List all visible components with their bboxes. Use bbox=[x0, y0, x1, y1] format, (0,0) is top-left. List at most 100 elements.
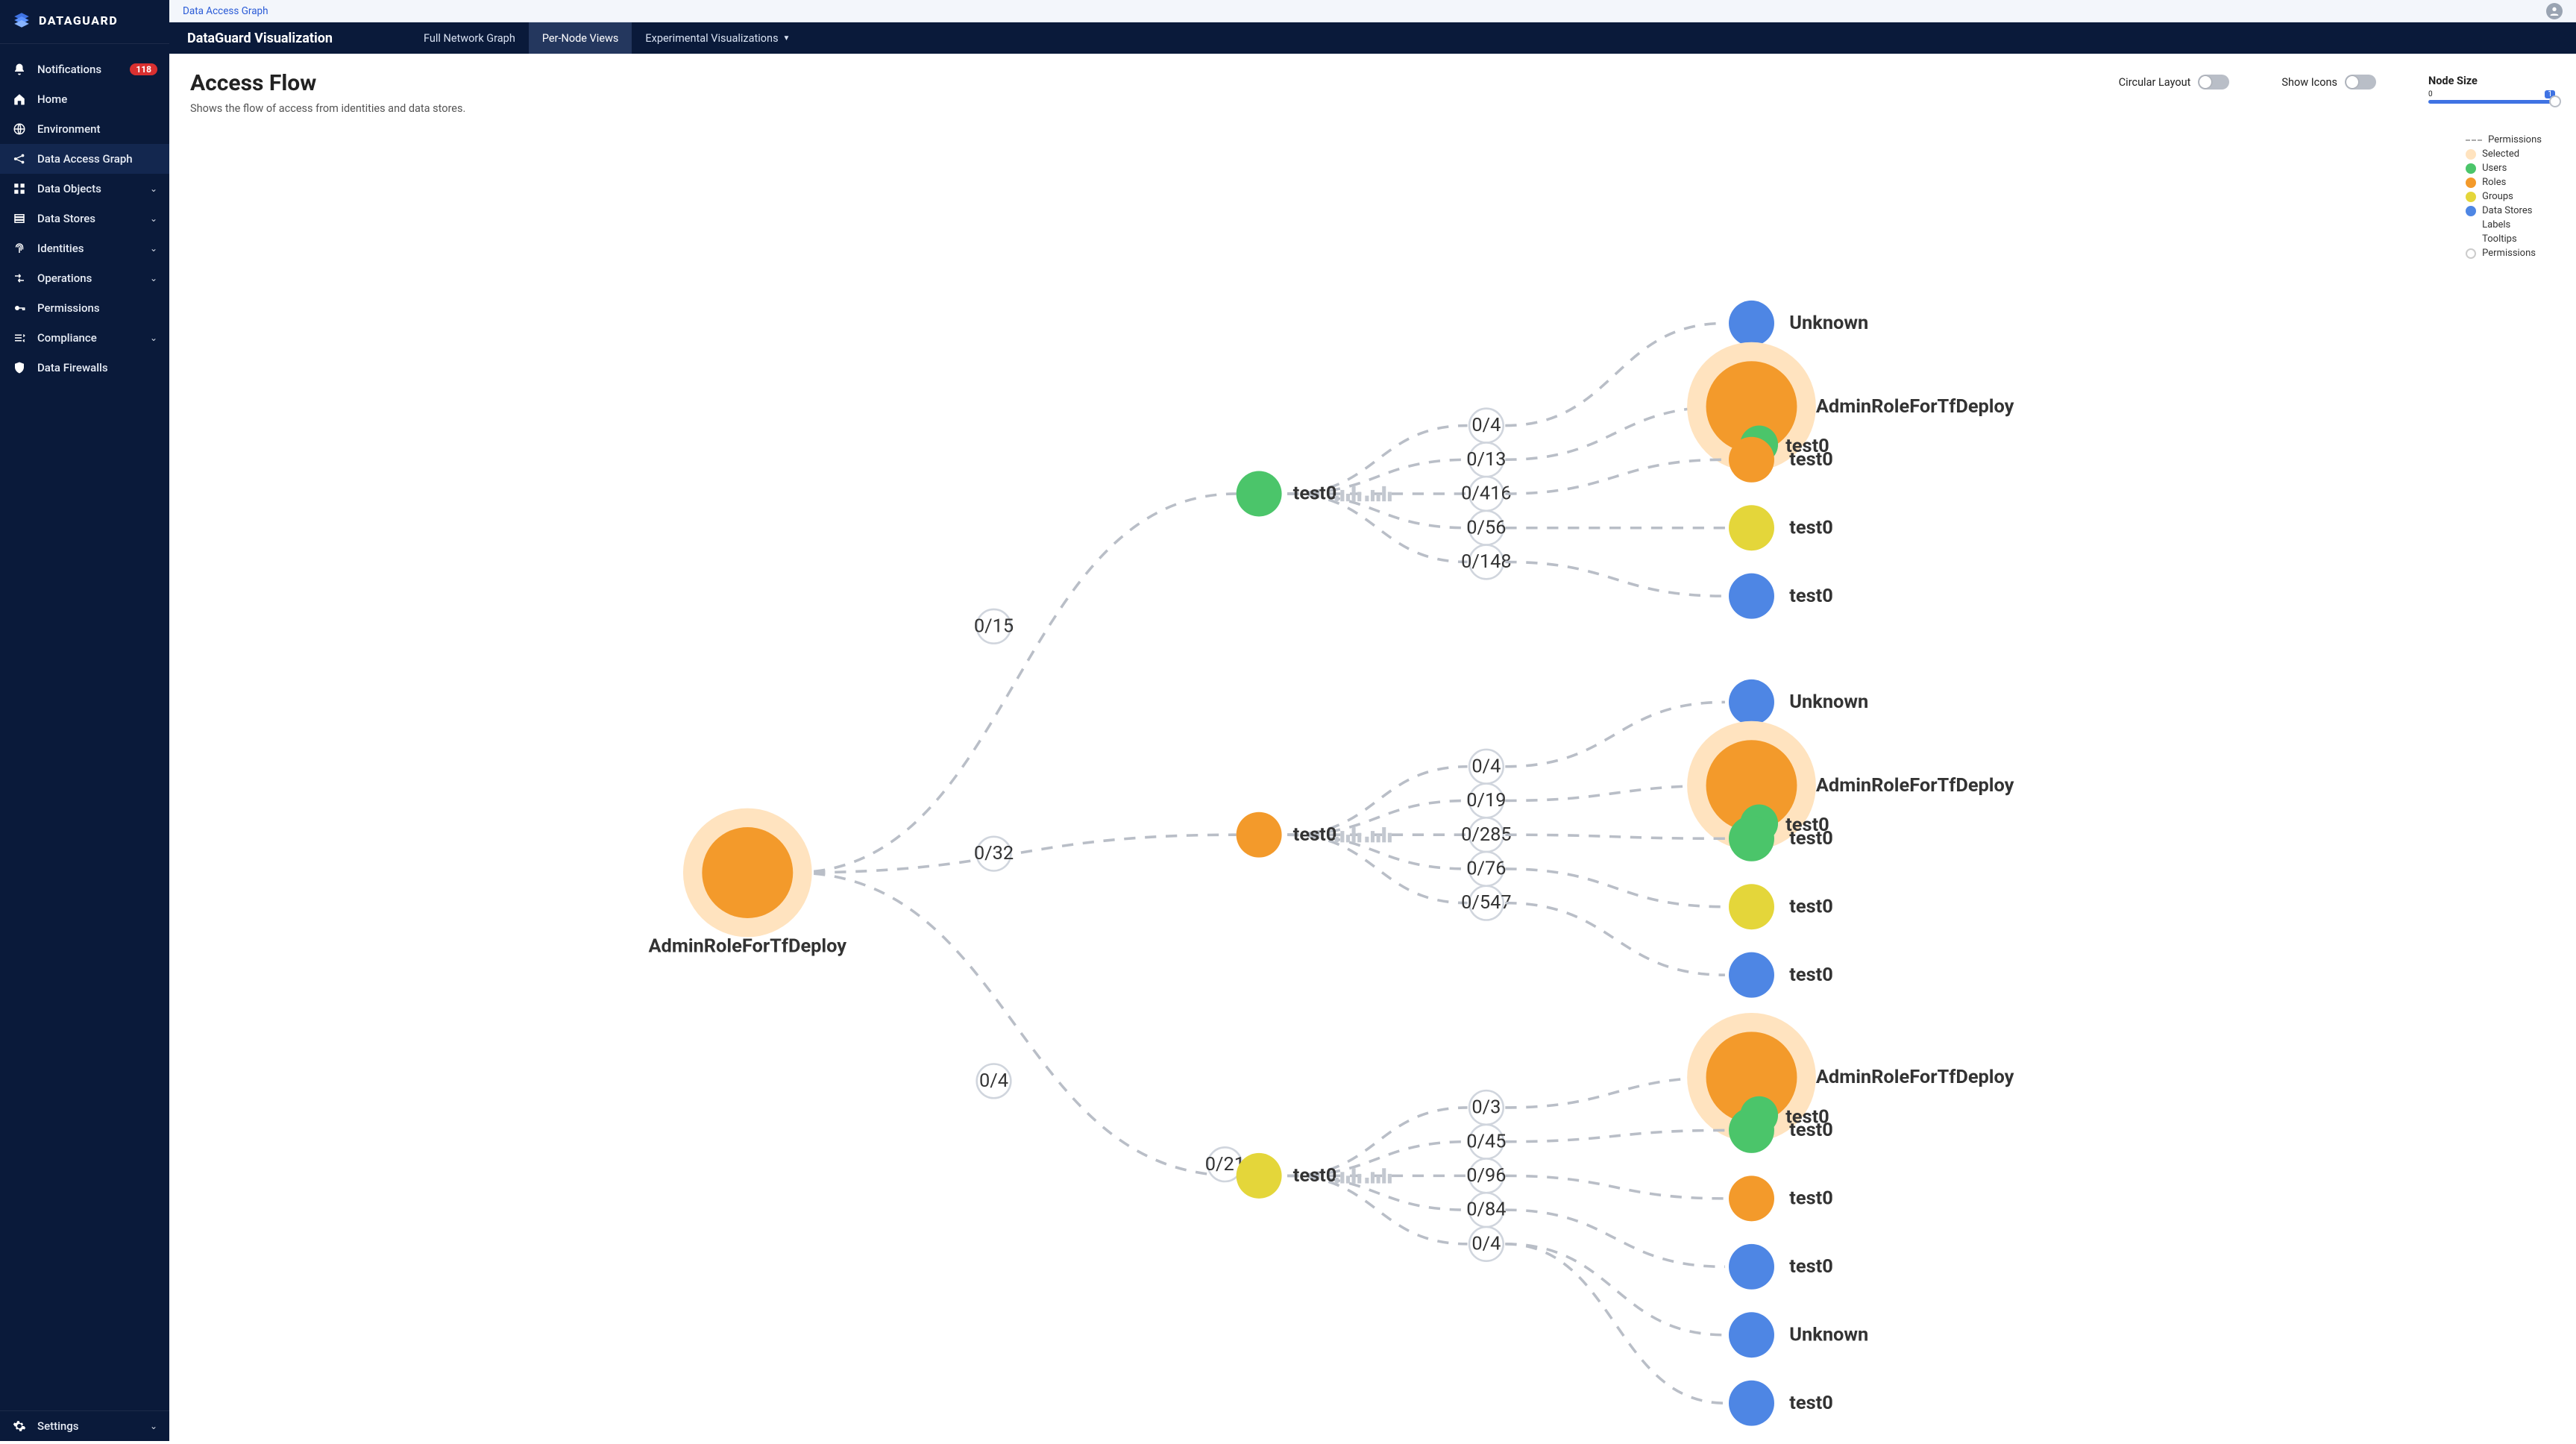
legend-label: Labels bbox=[2482, 219, 2510, 230]
chevron-down-icon: ⌄ bbox=[150, 183, 157, 194]
sidebar-item-operations[interactable]: Operations ⌄ bbox=[0, 263, 169, 293]
breadcrumb: Data Access Graph bbox=[183, 4, 268, 17]
svg-text:test0: test0 bbox=[1789, 827, 1833, 850]
sidebar-item-permissions[interactable]: Permissions bbox=[0, 293, 169, 323]
nav-label: Notifications bbox=[37, 63, 119, 76]
show-icons-label: Show Icons bbox=[2281, 76, 2337, 89]
sidebar-item-data-access-graph[interactable]: Data Access Graph bbox=[0, 144, 169, 174]
svg-text:Unknown: Unknown bbox=[1789, 1323, 1868, 1346]
gear-icon bbox=[12, 1419, 27, 1434]
svg-text:0/148: 0/148 bbox=[1461, 550, 1512, 573]
visualization-area: Permissions SelectedUsersRolesGroupsData … bbox=[190, 115, 2555, 1441]
stores-icon bbox=[12, 211, 27, 226]
sidebar-item-notifications[interactable]: Notifications 118 bbox=[0, 54, 169, 84]
bell-icon bbox=[12, 62, 27, 77]
legend-item-groups: Groups bbox=[2466, 189, 2542, 204]
svg-text:0/19: 0/19 bbox=[1466, 789, 1506, 812]
svg-text:Unknown: Unknown bbox=[1789, 691, 1868, 713]
legend-item-roles: Roles bbox=[2466, 175, 2542, 189]
user-avatar[interactable] bbox=[2546, 3, 2563, 19]
access-flow-graph[interactable]: 0/150/320/4AdminRoleForTfDeploy0/40/130/… bbox=[190, 115, 2555, 1441]
sidebar-item-environment[interactable]: Environment bbox=[0, 114, 169, 144]
color-swatch bbox=[2466, 192, 2476, 202]
circular-layout-toggle[interactable] bbox=[2198, 75, 2229, 90]
tab-experimental-visualizations[interactable]: Experimental Visualizations ▼ bbox=[632, 22, 803, 54]
sidebar-item-settings[interactable]: Settings ⌄ bbox=[0, 1411, 169, 1441]
compliance-icon bbox=[12, 330, 27, 345]
legend-label: Permissions bbox=[2482, 248, 2536, 259]
legend-item-data-stores: Data Stores bbox=[2466, 204, 2542, 218]
color-swatch bbox=[2466, 163, 2476, 174]
graph-icon bbox=[12, 151, 27, 166]
color-swatch bbox=[2466, 206, 2476, 216]
legend-item-users: Users bbox=[2466, 161, 2542, 175]
svg-text:test0: test0 bbox=[1789, 1119, 1833, 1141]
nav-label: Permissions bbox=[37, 301, 157, 315]
svg-text:0/45: 0/45 bbox=[1466, 1130, 1506, 1152]
nav-label: Data Stores bbox=[37, 212, 139, 225]
node-size-min: 0 bbox=[2428, 90, 2433, 98]
svg-text:AdminRoleForTfDeploy: AdminRoleForTfDeploy bbox=[648, 935, 846, 958]
key-icon bbox=[12, 301, 27, 316]
sidebar-item-data-stores[interactable]: Data Stores ⌄ bbox=[0, 204, 169, 233]
chevron-down-icon: ⌄ bbox=[150, 273, 157, 283]
svg-text:0/4: 0/4 bbox=[1471, 414, 1501, 436]
breadcrumb-link[interactable]: Data Access Graph bbox=[183, 5, 268, 17]
circular-layout-control: Circular Layout bbox=[2119, 75, 2230, 90]
view-controls: Circular Layout Show Icons Node Size 0 1 bbox=[2119, 70, 2555, 104]
svg-text:0/15: 0/15 bbox=[974, 615, 1014, 637]
svg-text:test0: test0 bbox=[1789, 448, 1833, 471]
svg-text:Unknown: Unknown bbox=[1789, 312, 1868, 334]
legend-item-tooltips: Tooltips bbox=[2466, 232, 2542, 246]
fingerprint-icon bbox=[12, 241, 27, 256]
sidebar-item-data-firewalls[interactable]: Data Firewalls bbox=[0, 353, 169, 383]
show-icons-toggle[interactable] bbox=[2345, 75, 2376, 90]
svg-text:test0: test0 bbox=[1293, 483, 1337, 505]
svg-text:test0: test0 bbox=[1789, 516, 1833, 539]
notification-badge: 118 bbox=[130, 63, 157, 75]
sidebar-item-compliance[interactable]: Compliance⌄ bbox=[0, 323, 169, 353]
tab-full-network-graph[interactable]: Full Network Graph bbox=[410, 22, 529, 54]
page-subtitle: Shows the flow of access from identities… bbox=[190, 102, 465, 115]
svg-text:test0: test0 bbox=[1789, 1392, 1833, 1414]
svg-text:AdminRoleForTfDeploy: AdminRoleForTfDeploy bbox=[1816, 395, 2014, 418]
dash-swatch bbox=[2466, 139, 2482, 141]
svg-text:0/416: 0/416 bbox=[1461, 483, 1512, 505]
ops-icon bbox=[12, 271, 27, 286]
nav-label: Operations bbox=[37, 271, 139, 285]
legend-label: Permissions bbox=[2488, 134, 2542, 145]
node-size-label: Node Size bbox=[2428, 75, 2555, 87]
svg-text:test0: test0 bbox=[1789, 1255, 1833, 1278]
nav-label: Identities bbox=[37, 242, 139, 255]
sidebar-item-home[interactable]: Home bbox=[0, 84, 169, 114]
svg-text:0/4: 0/4 bbox=[979, 1070, 1008, 1092]
nav-label: Data Access Graph bbox=[37, 152, 157, 166]
svg-text:0/13: 0/13 bbox=[1466, 448, 1506, 471]
svg-text:test0: test0 bbox=[1789, 1187, 1833, 1210]
nav-label: Environment bbox=[37, 122, 157, 136]
node-size-slider[interactable] bbox=[2428, 100, 2555, 104]
tabs: Full Network GraphPer-Node ViewsExperime… bbox=[410, 22, 803, 54]
chevron-down-icon: ⌄ bbox=[150, 1421, 157, 1431]
circular-layout-label: Circular Layout bbox=[2119, 76, 2191, 89]
legend-label: Selected bbox=[2482, 148, 2519, 160]
color-swatch bbox=[2466, 178, 2476, 188]
svg-text:AdminRoleForTfDeploy: AdminRoleForTfDeploy bbox=[1816, 774, 2014, 797]
tab-per-node-views[interactable]: Per-Node Views bbox=[529, 22, 632, 54]
svg-text:AdminRoleForTfDeploy: AdminRoleForTfDeploy bbox=[1816, 1066, 2014, 1088]
home-icon bbox=[12, 92, 27, 107]
chevron-down-icon: ⌄ bbox=[150, 243, 157, 254]
tabbar: DataGuard Visualization Full Network Gra… bbox=[169, 22, 2576, 54]
legend-label: Data Stores bbox=[2482, 205, 2532, 216]
legend-item-permissions: Permissions bbox=[2466, 133, 2542, 147]
sidebar-item-data-objects[interactable]: Data Objects⌄ bbox=[0, 174, 169, 204]
svg-text:0/76: 0/76 bbox=[1466, 858, 1506, 880]
chevron-down-icon: ⌄ bbox=[150, 213, 157, 224]
main: Data Access Graph DataGuard Visualizatio… bbox=[169, 0, 2576, 1441]
logo-icon bbox=[12, 10, 31, 30]
page-title: Access Flow bbox=[190, 70, 465, 96]
tabbar-title: DataGuard Visualization bbox=[169, 22, 351, 54]
globe-icon bbox=[12, 122, 27, 136]
sidebar-item-identities[interactable]: Identities ⌄ bbox=[0, 233, 169, 263]
svg-text:0/4: 0/4 bbox=[1471, 1232, 1501, 1255]
